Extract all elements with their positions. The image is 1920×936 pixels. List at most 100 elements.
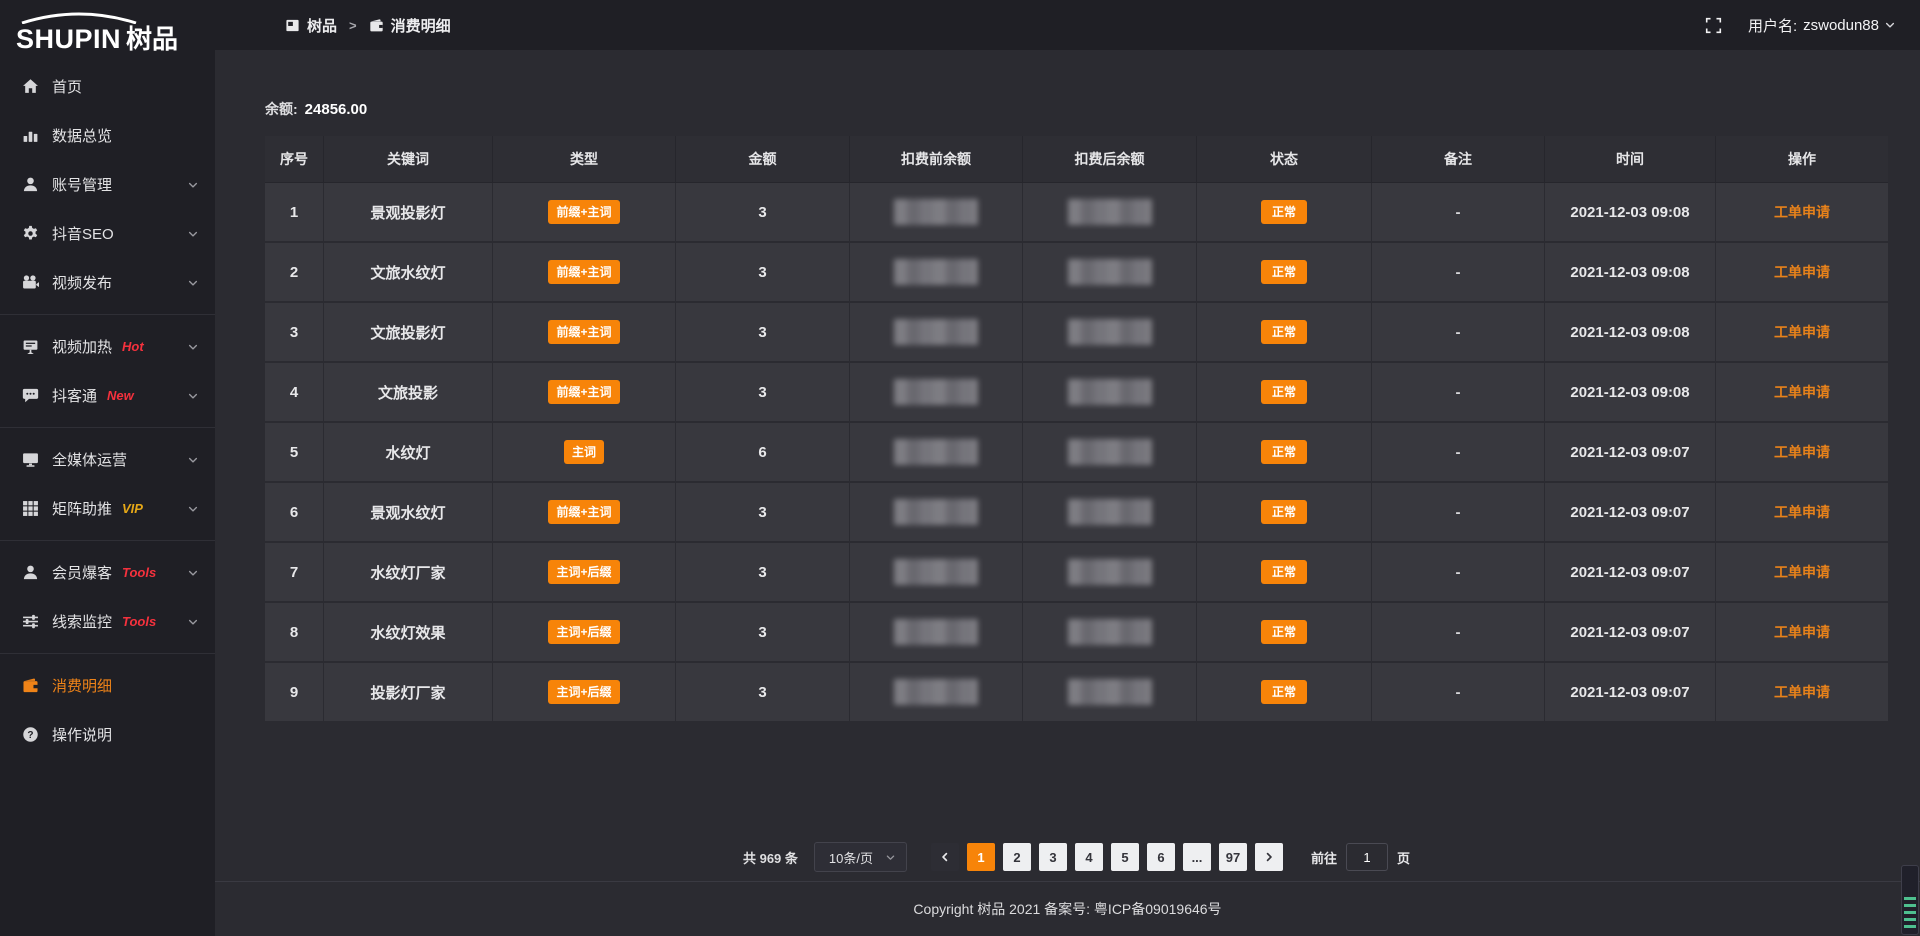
ticket-apply-link[interactable]: 工单申请	[1774, 264, 1830, 280]
fullscreen-icon[interactable]	[1705, 17, 1722, 34]
cell-time: 2021-12-03 09:08	[1545, 243, 1716, 303]
cell-keyword: 水纹灯	[324, 423, 493, 483]
goto-page-input[interactable]	[1346, 843, 1388, 871]
cell-amount: 6	[676, 423, 850, 483]
monitor-icon	[22, 451, 39, 468]
column-header: 时间	[1545, 136, 1716, 183]
gear-icon	[22, 225, 39, 242]
column-header: 关键词	[324, 136, 493, 183]
cell-keyword: 景观投影灯	[324, 183, 493, 243]
prev-page-button[interactable]	[931, 843, 959, 871]
redacted-balance-before	[894, 199, 978, 225]
chevron-down-icon	[187, 179, 199, 191]
sidebar-item-数据总览[interactable]: 数据总览	[0, 111, 215, 160]
column-header: 扣费后余额	[1023, 136, 1197, 183]
balance-value: 24856.00	[305, 101, 368, 118]
ticket-apply-link[interactable]: 工单申请	[1774, 324, 1830, 340]
type-badge: 主词	[564, 440, 604, 464]
cell-index: 5	[265, 423, 324, 483]
sidebar-item-首页[interactable]: 首页	[0, 62, 215, 111]
redacted-balance-before	[894, 679, 978, 705]
redacted-balance-after	[1068, 319, 1152, 345]
floating-widget[interactable]	[1901, 865, 1919, 935]
page-size-select[interactable]: 10条/页	[814, 842, 907, 872]
page-button-5[interactable]: 5	[1111, 843, 1139, 871]
sidebar-item-抖客通[interactable]: 抖客通New	[0, 371, 215, 420]
redacted-balance-after	[1068, 619, 1152, 645]
ticket-apply-link[interactable]: 工单申请	[1774, 684, 1830, 700]
column-header: 序号	[265, 136, 324, 183]
cell-time: 2021-12-03 09:08	[1545, 183, 1716, 243]
sidebar-item-label: 线索监控	[52, 611, 112, 632]
sidebar-item-矩阵助推[interactable]: 矩阵助推VIP	[0, 484, 215, 533]
redacted-balance-before	[894, 499, 978, 525]
breadcrumb-separator: >	[349, 18, 357, 33]
cell-amount: 3	[676, 603, 850, 663]
video-camera-icon	[22, 274, 39, 291]
table-body: 1景观投影灯前缀+主词3正常-2021-12-03 09:08工单申请2文旅水纹…	[265, 183, 1888, 723]
widget-stripes	[1904, 897, 1916, 930]
ticket-apply-link[interactable]: 工单申请	[1774, 444, 1830, 460]
cell-time: 2021-12-03 09:07	[1545, 663, 1716, 723]
chevron-down-icon	[187, 454, 199, 466]
redacted-balance-after	[1068, 559, 1152, 585]
sidebar-item-线索监控[interactable]: 线索监控 Tools	[0, 597, 215, 646]
sidebar-group: 首页数据总览账号管理抖音SEO视频发布	[0, 62, 215, 307]
cell-amount: 3	[676, 543, 850, 603]
page-button-97[interactable]: 97	[1219, 843, 1247, 871]
table-wrap: 序号关键词类型金额扣费前余额扣费后余额状态备注时间操作 1景观投影灯前缀+主词3…	[265, 136, 1888, 723]
logo-text: SHUPIN树品	[16, 24, 201, 59]
sidebar-item-抖音SEO[interactable]: 抖音SEO	[0, 209, 215, 258]
page-button-3[interactable]: 3	[1039, 843, 1067, 871]
user-dropdown[interactable]: 用户名: zswodun88	[1748, 15, 1896, 36]
sidebar-item-视频发布[interactable]: 视频发布	[0, 258, 215, 307]
type-badge: 前缀+主词	[548, 260, 619, 284]
sidebar-item-账号管理[interactable]: 账号管理	[0, 160, 215, 209]
status-badge: 正常	[1261, 260, 1307, 284]
sidebar-item-会员爆客[interactable]: 会员爆客Tools	[0, 548, 215, 597]
next-page-button[interactable]	[1255, 843, 1283, 871]
sidebar-nav: 首页数据总览账号管理抖音SEO视频发布视频加热Hot抖客通New 全媒体运营矩阵助…	[0, 62, 215, 759]
logo: SHUPIN树品	[0, 0, 215, 62]
user-icon	[22, 176, 39, 193]
sidebar-item-label: 账号管理	[52, 174, 112, 195]
goto-label: 前往	[1311, 848, 1337, 867]
page-button-6[interactable]: 6	[1147, 843, 1175, 871]
arrow-right-icon	[1263, 851, 1275, 863]
cell-keyword: 文旅投影灯	[324, 303, 493, 363]
breadcrumb-item-home[interactable]: 树品	[285, 15, 337, 36]
table-row: 5水纹灯主词6正常-2021-12-03 09:07工单申请	[265, 423, 1888, 483]
ticket-apply-link[interactable]: 工单申请	[1774, 624, 1830, 640]
username-value: zswodun88	[1803, 17, 1879, 34]
ticket-apply-link[interactable]: 工单申请	[1774, 384, 1830, 400]
sidebar-item-tag: Tools	[122, 614, 156, 629]
more-pages-button[interactable]: ...	[1183, 843, 1211, 871]
breadcrumb-current-label: 消费明细	[391, 15, 451, 36]
cell-index: 8	[265, 603, 324, 663]
cell-time: 2021-12-03 09:08	[1545, 363, 1716, 423]
ticket-apply-link[interactable]: 工单申请	[1774, 204, 1830, 220]
bar-chart-icon	[22, 127, 39, 144]
type-badge: 主词+后缀	[548, 620, 619, 644]
sidebar-item-全媒体运营[interactable]: 全媒体运营	[0, 435, 215, 484]
cell-amount: 3	[676, 663, 850, 723]
sidebar-item-操作说明[interactable]: ?操作说明	[0, 710, 215, 759]
page-button-1[interactable]: 1	[967, 843, 995, 871]
status-badge: 正常	[1261, 680, 1307, 704]
redacted-balance-before	[894, 379, 978, 405]
status-badge: 正常	[1261, 560, 1307, 584]
ticket-apply-link[interactable]: 工单申请	[1774, 504, 1830, 520]
page-button-2[interactable]: 2	[1003, 843, 1031, 871]
sidebar-item-视频加热[interactable]: 视频加热Hot	[0, 322, 215, 371]
page-button-4[interactable]: 4	[1075, 843, 1103, 871]
sliders-icon	[22, 613, 39, 630]
sidebar-item-label: 消费明细	[52, 675, 112, 696]
status-badge: 正常	[1261, 380, 1307, 404]
goto-suffix: 页	[1397, 848, 1410, 867]
breadcrumb-item-current[interactable]: 消费明细	[369, 15, 451, 36]
cell-index: 1	[265, 183, 324, 243]
sidebar: SHUPIN树品 首页数据总览账号管理抖音SEO视频发布视频加热Hot抖客通Ne…	[0, 0, 215, 936]
sidebar-item-消费明细[interactable]: 消费明细	[0, 661, 215, 710]
cell-keyword: 文旅水纹灯	[324, 243, 493, 303]
ticket-apply-link[interactable]: 工单申请	[1774, 564, 1830, 580]
